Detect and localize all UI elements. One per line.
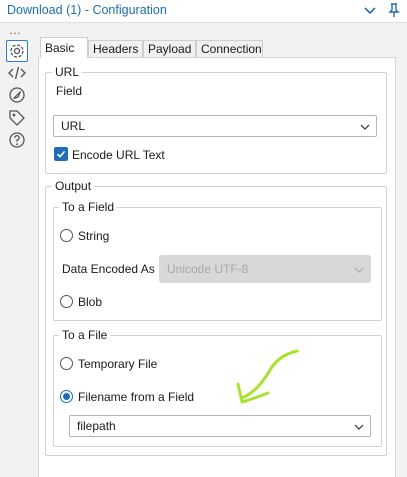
gear-icon[interactable] <box>6 40 28 62</box>
side-toolbar: … <box>0 23 35 476</box>
blob-label[interactable]: Blob <box>78 295 102 309</box>
data-encoded-as-label: Data Encoded As <box>62 262 155 276</box>
tab-basic[interactable]: Basic <box>40 37 88 58</box>
window-title: Download (1) - Configuration <box>7 3 167 17</box>
help-icon[interactable] <box>7 130 27 150</box>
chevron-down-icon <box>354 264 364 274</box>
temporary-file-radio[interactable] <box>60 357 73 370</box>
tab-headers[interactable]: Headers <box>88 40 143 57</box>
data-encoded-as-value: Unicode UTF-8 <box>167 262 249 276</box>
to-field-legend: To a Field <box>59 200 118 214</box>
url-field-select[interactable]: URL <box>53 115 377 137</box>
encode-url-label[interactable]: Encode URL Text <box>72 148 165 162</box>
chevron-down-icon <box>354 421 364 431</box>
navigate-icon[interactable] <box>7 85 27 105</box>
tab-payload[interactable]: Payload <box>143 40 196 57</box>
pin-icon[interactable] <box>386 2 402 18</box>
to-file-legend: To a File <box>59 328 111 342</box>
field-label: Field <box>56 84 83 98</box>
encode-url-checkbox[interactable] <box>54 147 68 161</box>
blob-radio[interactable] <box>60 295 73 308</box>
temporary-file-label[interactable]: Temporary File <box>78 357 157 371</box>
filename-from-field-radio[interactable] <box>60 390 73 403</box>
data-encoded-as-select[interactable]: Unicode UTF-8 <box>159 255 371 283</box>
filename-field-value: filepath <box>77 419 116 433</box>
string-label[interactable]: String <box>78 229 109 243</box>
chevron-down-icon <box>360 121 370 131</box>
string-radio[interactable] <box>60 229 73 242</box>
filename-from-field-label[interactable]: Filename from a Field <box>78 390 194 404</box>
code-icon[interactable] <box>7 63 27 83</box>
output-group-legend: Output <box>52 179 95 193</box>
tag-icon[interactable] <box>7 108 27 128</box>
overflow-dots[interactable]: … <box>9 23 22 37</box>
chevron-down-icon[interactable] <box>362 2 378 18</box>
url-group-legend: URL <box>52 65 83 79</box>
filename-field-select[interactable]: filepath <box>69 415 371 437</box>
annotation-arrow-icon <box>236 349 299 404</box>
tab-connection[interactable]: Connection <box>196 40 263 57</box>
title-bar: Download (1) - Configuration <box>0 0 407 23</box>
checkmark-icon <box>56 150 66 158</box>
url-field-value: URL <box>61 119 86 133</box>
